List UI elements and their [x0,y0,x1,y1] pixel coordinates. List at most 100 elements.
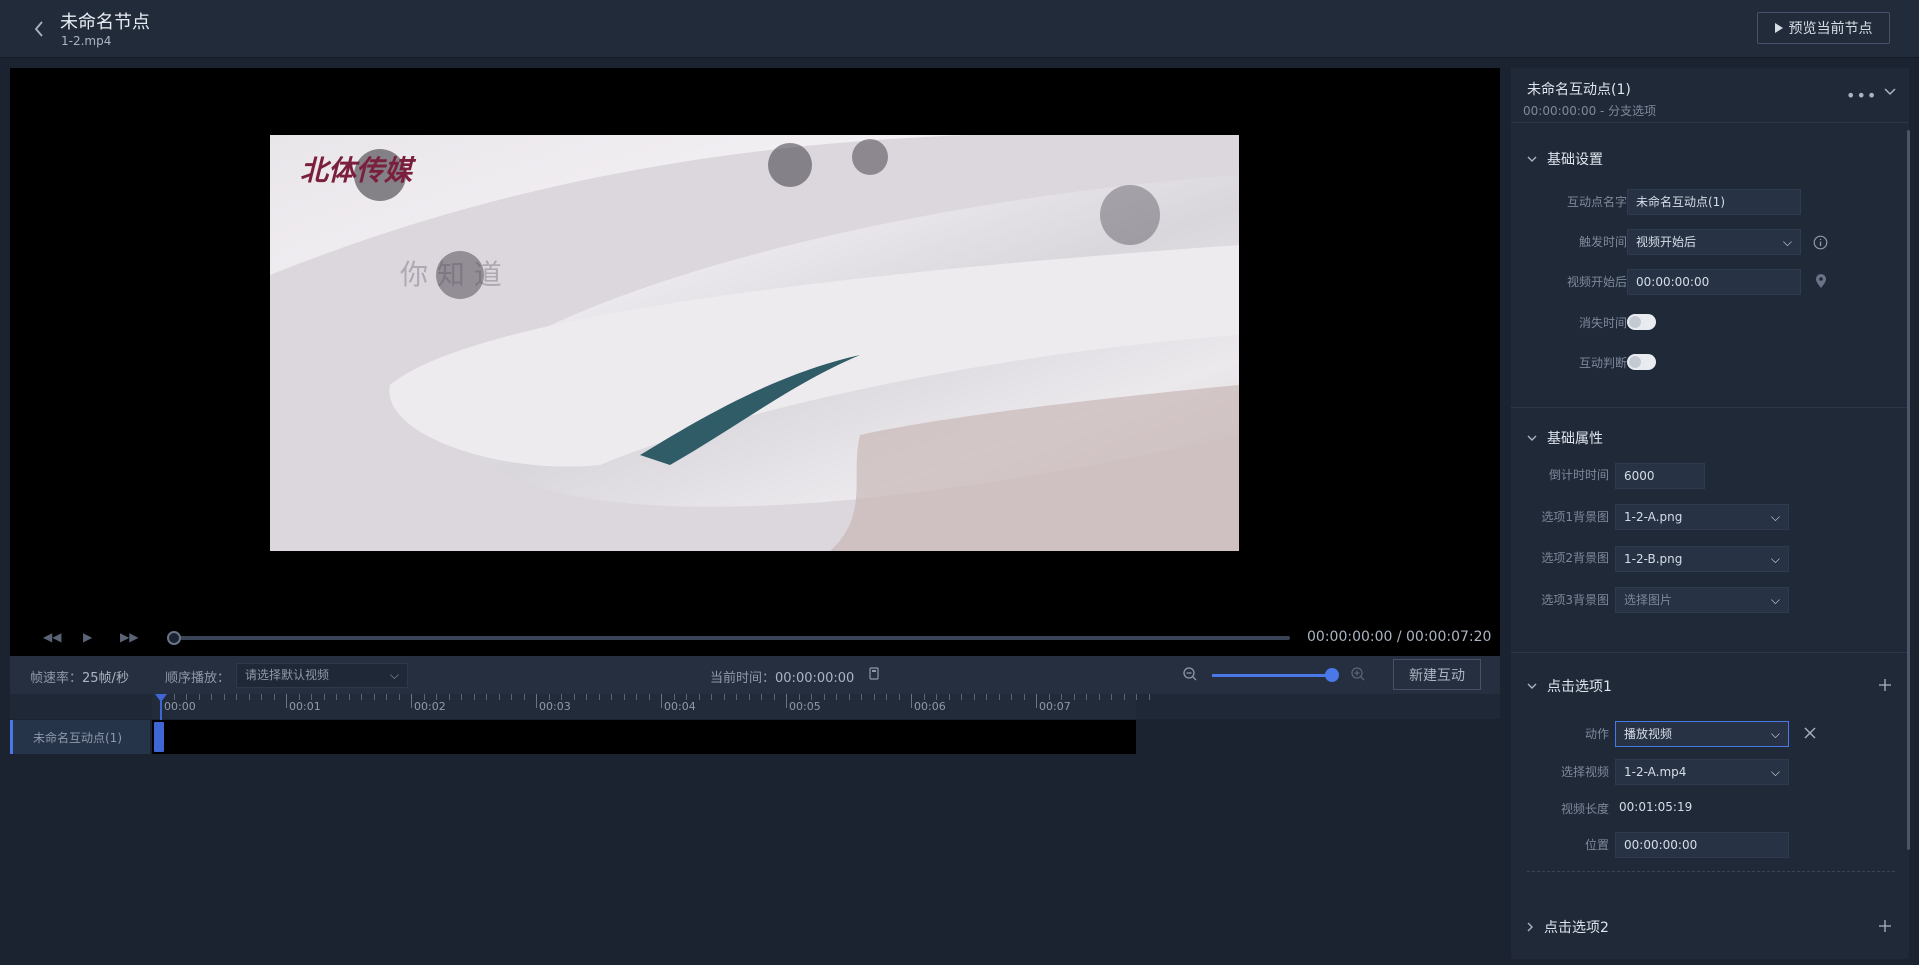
ruler-minor-tick [636,694,637,700]
ruler-label: 00:03 [539,700,571,713]
new-interaction-button[interactable]: 新建互动 [1393,659,1481,690]
ruler-minor-tick [523,694,525,700]
section-basic-settings[interactable]: 基础设置 [1527,149,1603,169]
ruler-label: 00:02 [414,700,446,713]
action-select[interactable]: 播放视频 ⌵ [1615,721,1789,747]
judge-toggle[interactable] [1627,354,1656,370]
ruler-minor-tick [736,694,737,700]
player-controls: ◀◀ ▶ ▶▶ 00:00:00:00 / 00:00:07:20 [10,618,1500,656]
ruler-minor-tick [211,694,212,700]
ruler-minor-tick [1098,694,1100,700]
ruler-minor-tick [698,694,700,700]
ruler-minor-tick [611,694,612,700]
ruler-minor-tick [823,694,825,700]
play-icon [1774,23,1783,33]
video-player[interactable]: 北体传媒 你 知 道 [10,68,1500,656]
ruler-scale: 00:00 00:01 00:02 00:03 00:04 00:05 00:06 00:07 [152,694,1150,719]
ruler-minor-tick [986,694,987,700]
chevron-down-icon: ⌵ [1770,765,1780,779]
logo-watermark: 北体传媒 [300,154,413,187]
position-field[interactable]: 00:00:00:00 [1615,832,1789,858]
interaction-clip[interactable] [154,722,164,752]
default-video-select[interactable]: 请选择默认视频 ⌵ [236,663,408,688]
ruler-minor-tick [886,694,887,700]
name-field[interactable]: 未命名互动点(1) [1627,189,1801,215]
rewind-icon[interactable]: ◀◀ [43,630,61,644]
track-label[interactable]: 未命名互动点(1) [10,720,150,754]
timeline-toolbar: 帧速率：25帧/秒 顺序播放： 请选择默认视频 ⌵ 当前时间：00:00:00:… [10,656,1500,694]
ruler-minor-tick [923,694,925,700]
ruler-major-tick [411,694,412,708]
section-basic-settings-label: 基础设置 [1547,152,1603,168]
zoom-in-icon[interactable] [1350,666,1366,682]
ruler-minor-tick [1048,694,1050,700]
countdown-label: 倒计时时间 [1548,468,1609,482]
chevron-down-icon [1527,683,1537,689]
ruler-minor-tick [1111,694,1112,700]
fps-label: 帧速率：25帧/秒 [30,671,129,686]
top-header: 未命名节点 1-2.mp4 预览当前节点 [0,0,1919,58]
add-icon[interactable] [1879,679,1891,691]
ruler-minor-tick [461,694,462,700]
copy-icon[interactable] [868,667,880,681]
more-options-icon[interactable]: ••• [1846,86,1877,105]
add-icon[interactable] [1879,920,1891,932]
ruler-major-tick [1036,694,1037,708]
section-option1[interactable]: 点击选项1 [1527,676,1612,696]
node-title: 未命名节点 [60,12,150,33]
disappear-time-toggle[interactable] [1627,314,1656,330]
progress-bar[interactable] [172,636,1290,640]
ruler-minor-tick [836,694,837,700]
ruler-minor-tick [348,694,350,700]
ruler-minor-tick [773,694,775,700]
ruler-label: 00:00 [164,700,196,713]
section-basic-props[interactable]: 基础属性 [1527,428,1603,448]
ruler-minor-tick [311,694,312,700]
trigger-time-label: 触发时间 [1578,235,1627,249]
trigger-time-select[interactable]: 视频开始后 ⌵ [1627,229,1801,255]
ruler-minor-tick [898,694,900,700]
ruler-minor-tick [223,694,225,700]
back-button[interactable] [26,16,52,42]
ruler-label: 00:05 [789,700,821,713]
chevron-right-icon [1527,922,1533,932]
current-time-label: 当前时间：00:00:00:00 [710,671,855,686]
timeline-ruler[interactable]: 00:00 00:01 00:02 00:03 00:04 00:05 00:06 00:07 [10,694,1500,719]
location-pin-icon[interactable] [1815,274,1827,289]
ruler-minor-tick [811,694,812,700]
play-icon[interactable]: ▶ [83,630,92,644]
ruler-minor-tick [998,694,1000,700]
ruler-major-tick [786,694,787,708]
select-video-select[interactable]: 1-2-A.mp4 ⌵ [1615,759,1789,785]
after-start-field[interactable]: 00:00:00:00 [1627,269,1801,295]
panel-scrollbar[interactable] [1907,130,1910,850]
ruler-minor-tick [436,694,437,700]
close-icon[interactable] [1804,727,1816,739]
countdown-field[interactable]: 6000 [1615,463,1705,489]
ruler-minor-tick [686,694,687,700]
zoom-slider-track[interactable] [1212,674,1332,677]
playhead-handle[interactable] [155,694,167,702]
bg1-label: 选项1背景图 [1541,510,1609,524]
info-icon[interactable] [1813,235,1828,250]
bg1-select[interactable]: 1-2-A.png ⌵ [1615,504,1789,530]
ruler-minor-tick [961,694,962,700]
section-option2[interactable]: 点击选项2 [1527,917,1609,937]
section-option2-label: 点击选项2 [1544,920,1609,936]
progress-thumb[interactable] [167,631,181,645]
fast-forward-icon[interactable]: ▶▶ [120,630,138,644]
zoom-out-icon[interactable] [1182,666,1198,682]
chevron-down-icon[interactable] [1884,88,1896,96]
ruler-minor-tick [936,694,937,700]
bg2-select[interactable]: 1-2-B.png ⌵ [1615,546,1789,572]
action-label: 动作 [1584,727,1609,741]
track-body[interactable] [152,720,1136,754]
section-divider [1511,407,1909,408]
ruler-minor-tick [623,694,625,700]
ruler-minor-tick [498,694,500,700]
ruler-minor-tick [673,694,675,700]
bg3-select[interactable]: 选择图片 ⌵ [1615,587,1789,613]
zoom-slider-thumb[interactable] [1325,668,1339,682]
preview-node-button[interactable]: 预览当前节点 [1757,12,1890,44]
ruler-label: 00:04 [664,700,696,713]
